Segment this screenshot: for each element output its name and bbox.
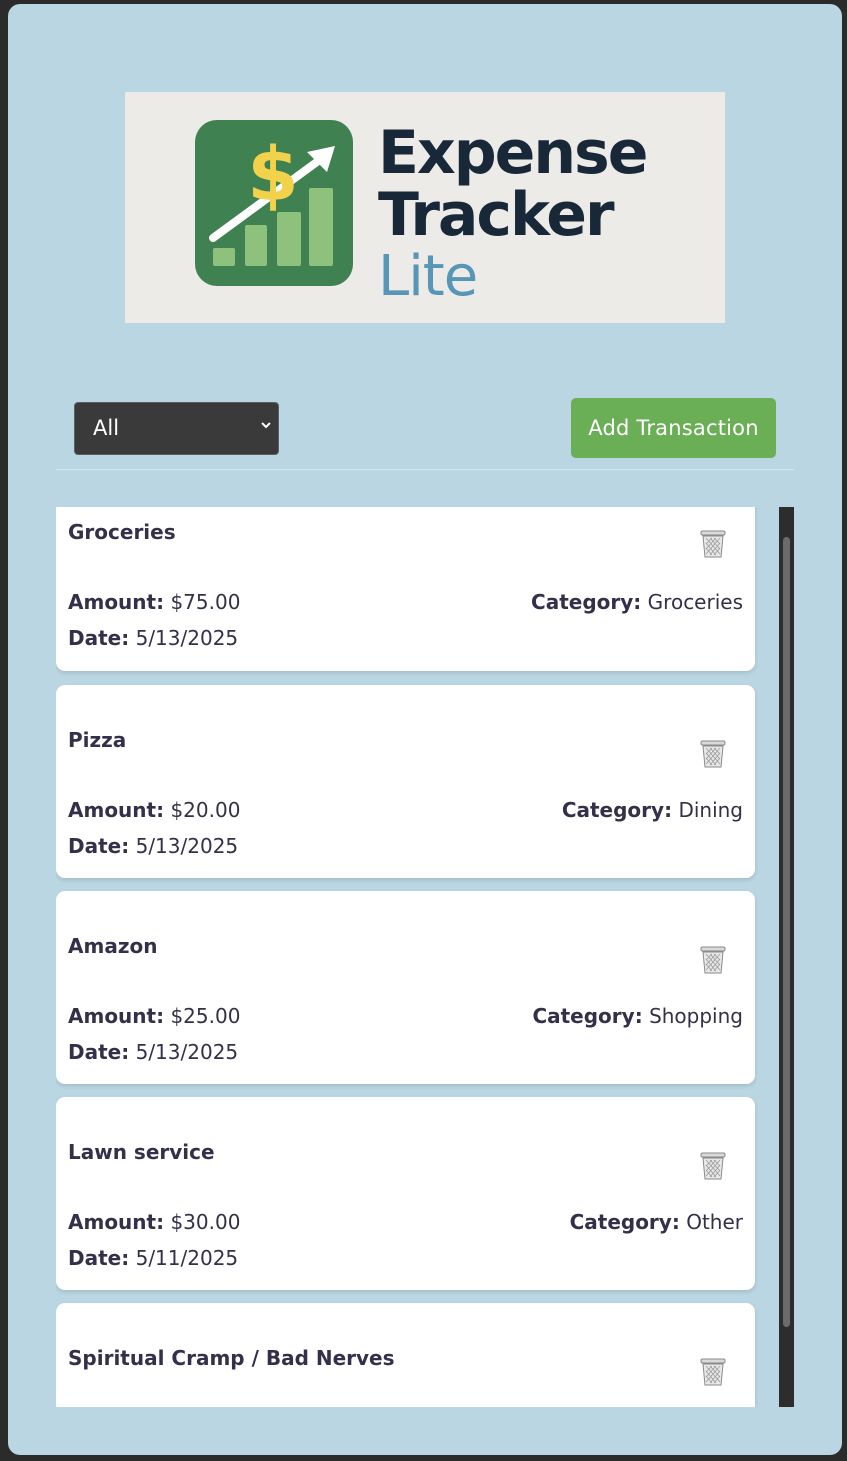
trash-icon[interactable] (698, 1355, 728, 1387)
date-label: Date: (68, 834, 130, 858)
transaction-title: Spiritual Cramp / Bad Nerves (68, 1346, 395, 1370)
transaction-card: Amazon Amount: $25.00 Category: Shopping… (56, 891, 755, 1084)
category-label: Category: (532, 1004, 643, 1028)
amount-row: Amount: $30.00 (68, 1210, 240, 1234)
category-label: Category: (569, 1210, 680, 1234)
date-label: Date: (68, 1246, 130, 1270)
transaction-list[interactable]: Groceries Amount: $75.00 Category: Groce… (56, 507, 794, 1407)
amount-value: $25.00 (170, 1004, 241, 1028)
svg-text:$: $ (247, 132, 299, 218)
amount-row: Amount: $75.00 (68, 590, 240, 614)
transaction-title: Amazon (68, 934, 158, 958)
date-label: Date: (68, 1040, 130, 1064)
transaction-card: Groceries Amount: $75.00 Category: Groce… (56, 507, 755, 671)
amount-value: $30.00 (170, 1210, 241, 1234)
date-row: Date: 5/13/2025 (68, 834, 238, 858)
amount-row: Amount: $20.00 (68, 798, 240, 822)
category-filter-select[interactable]: All (74, 402, 279, 455)
toolbar-divider (56, 469, 794, 470)
date-value: 5/11/2025 (135, 1246, 239, 1270)
transaction-title: Groceries (68, 520, 176, 544)
trash-icon[interactable] (698, 527, 728, 559)
transaction-title: Lawn service (68, 1140, 215, 1164)
date-row: Date: 5/11/2025 (68, 1246, 238, 1270)
transaction-card: Pizza Amount: $20.00 Category: Dining Da… (56, 685, 755, 878)
logo-word-lite: Lite (378, 244, 478, 309)
amount-value: $75.00 (170, 590, 241, 614)
transaction-title: Pizza (68, 728, 127, 752)
category-value: Shopping (649, 1004, 743, 1028)
amount-label: Amount: (68, 1004, 165, 1028)
transaction-card: Spiritual Cramp / Bad Nerves (56, 1303, 755, 1407)
amount-label: Amount: (68, 590, 165, 614)
date-value: 5/13/2025 (135, 626, 239, 650)
date-row: Date: 5/13/2025 (68, 1040, 238, 1064)
category-value: Groceries (647, 590, 743, 614)
date-row: Date: 5/13/2025 (68, 626, 238, 650)
amount-value: $20.00 (170, 798, 241, 822)
date-label: Date: (68, 626, 130, 650)
category-label: Category: (531, 590, 642, 614)
transaction-card: Lawn service Amount: $30.00 Category: Ot… (56, 1097, 755, 1290)
add-transaction-button[interactable]: Add Transaction (571, 398, 776, 458)
amount-label: Amount: (68, 1210, 165, 1234)
category-row: Category: Groceries (531, 590, 743, 614)
app-logo: $ Expense Tracker Lite (125, 92, 725, 323)
date-value: 5/13/2025 (135, 834, 239, 858)
category-label: Category: (561, 798, 673, 822)
amount-row: Amount: $25.00 (68, 1004, 240, 1028)
logo-word-expense: Expense (378, 118, 648, 188)
category-row: Category: Shopping (532, 1004, 743, 1028)
chevron-down-icon (261, 422, 271, 429)
filter-selected-value: All (93, 416, 120, 440)
trash-icon[interactable] (698, 737, 728, 769)
category-value: Dining (678, 798, 743, 822)
date-value: 5/13/2025 (135, 1040, 239, 1064)
logo-word-tracker: Tracker (378, 180, 615, 250)
category-value: Other (686, 1210, 743, 1234)
category-row: Category: Dining (562, 798, 743, 822)
trash-icon[interactable] (698, 1149, 728, 1181)
list-scrollbar[interactable] (779, 507, 794, 1407)
logo-wordmark: Expense Tracker Lite (378, 118, 648, 309)
trash-icon[interactable] (698, 943, 728, 975)
dollar-chart-icon: $ (195, 120, 353, 286)
category-row: Category: Other (570, 1210, 743, 1234)
amount-label: Amount: (68, 798, 165, 822)
app-window: $ Expense Tracker Lite All Add Transacti… (8, 4, 842, 1455)
scrollbar-thumb[interactable] (783, 537, 790, 1327)
